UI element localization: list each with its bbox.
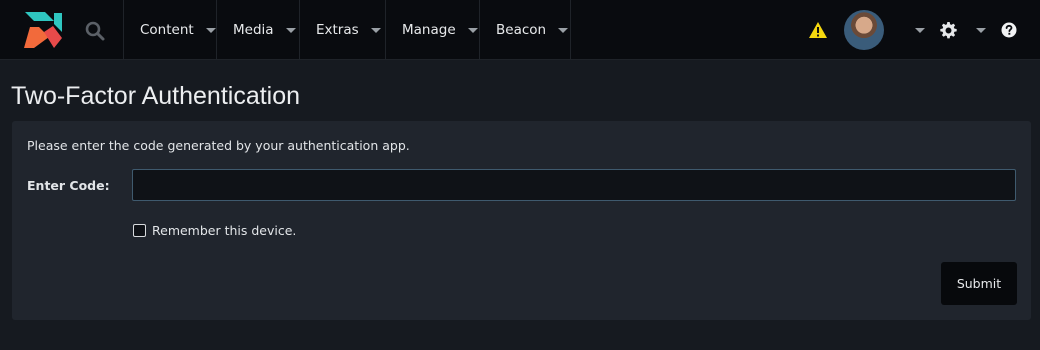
gear-icon[interactable]: [940, 22, 957, 39]
help-icon[interactable]: [1001, 22, 1017, 38]
chevron-down-icon: [285, 27, 296, 33]
user-avatar[interactable]: [844, 10, 884, 50]
menu-content[interactable]: Content: [123, 0, 216, 60]
remember-device-checkbox[interactable]: [133, 224, 146, 237]
submit-button[interactable]: Submit: [941, 262, 1017, 305]
menu-beacon-label: Beacon: [496, 22, 547, 38]
chevron-down-icon: [370, 27, 381, 33]
warning-icon[interactable]: [808, 21, 828, 39]
modx-logo-icon[interactable]: [22, 10, 64, 50]
remember-device-option[interactable]: Remember this device.: [133, 223, 296, 238]
menu-content-label: Content: [140, 22, 194, 38]
two-factor-form-panel: Please enter the code generated by your …: [12, 121, 1031, 320]
menu-media[interactable]: Media: [216, 0, 299, 60]
menu-beacon[interactable]: Beacon: [479, 0, 571, 60]
menu-manage[interactable]: Manage: [385, 0, 479, 60]
chevron-down-icon: [205, 27, 216, 33]
menu-manage-label: Manage: [402, 22, 456, 38]
top-navigation-bar: Content Media Extras Manage Beacon: [0, 0, 1040, 60]
remember-device-label: Remember this device.: [152, 223, 297, 238]
chevron-down-icon: [467, 27, 478, 33]
code-input[interactable]: [132, 169, 1016, 201]
chevron-down-icon[interactable]: [976, 28, 986, 33]
chevron-down-icon: [558, 27, 569, 33]
instructions-text: Please enter the code generated by your …: [27, 138, 410, 153]
page-title: Two-Factor Authentication: [11, 82, 301, 110]
code-field-label: Enter Code:: [27, 178, 110, 193]
menu-extras[interactable]: Extras: [299, 0, 385, 60]
menu-media-label: Media: [233, 22, 274, 38]
search-icon[interactable]: [84, 20, 106, 42]
chevron-down-icon[interactable]: [915, 28, 925, 33]
main-menu: Content Media Extras Manage Beacon: [123, 0, 571, 60]
menu-extras-label: Extras: [316, 22, 359, 38]
